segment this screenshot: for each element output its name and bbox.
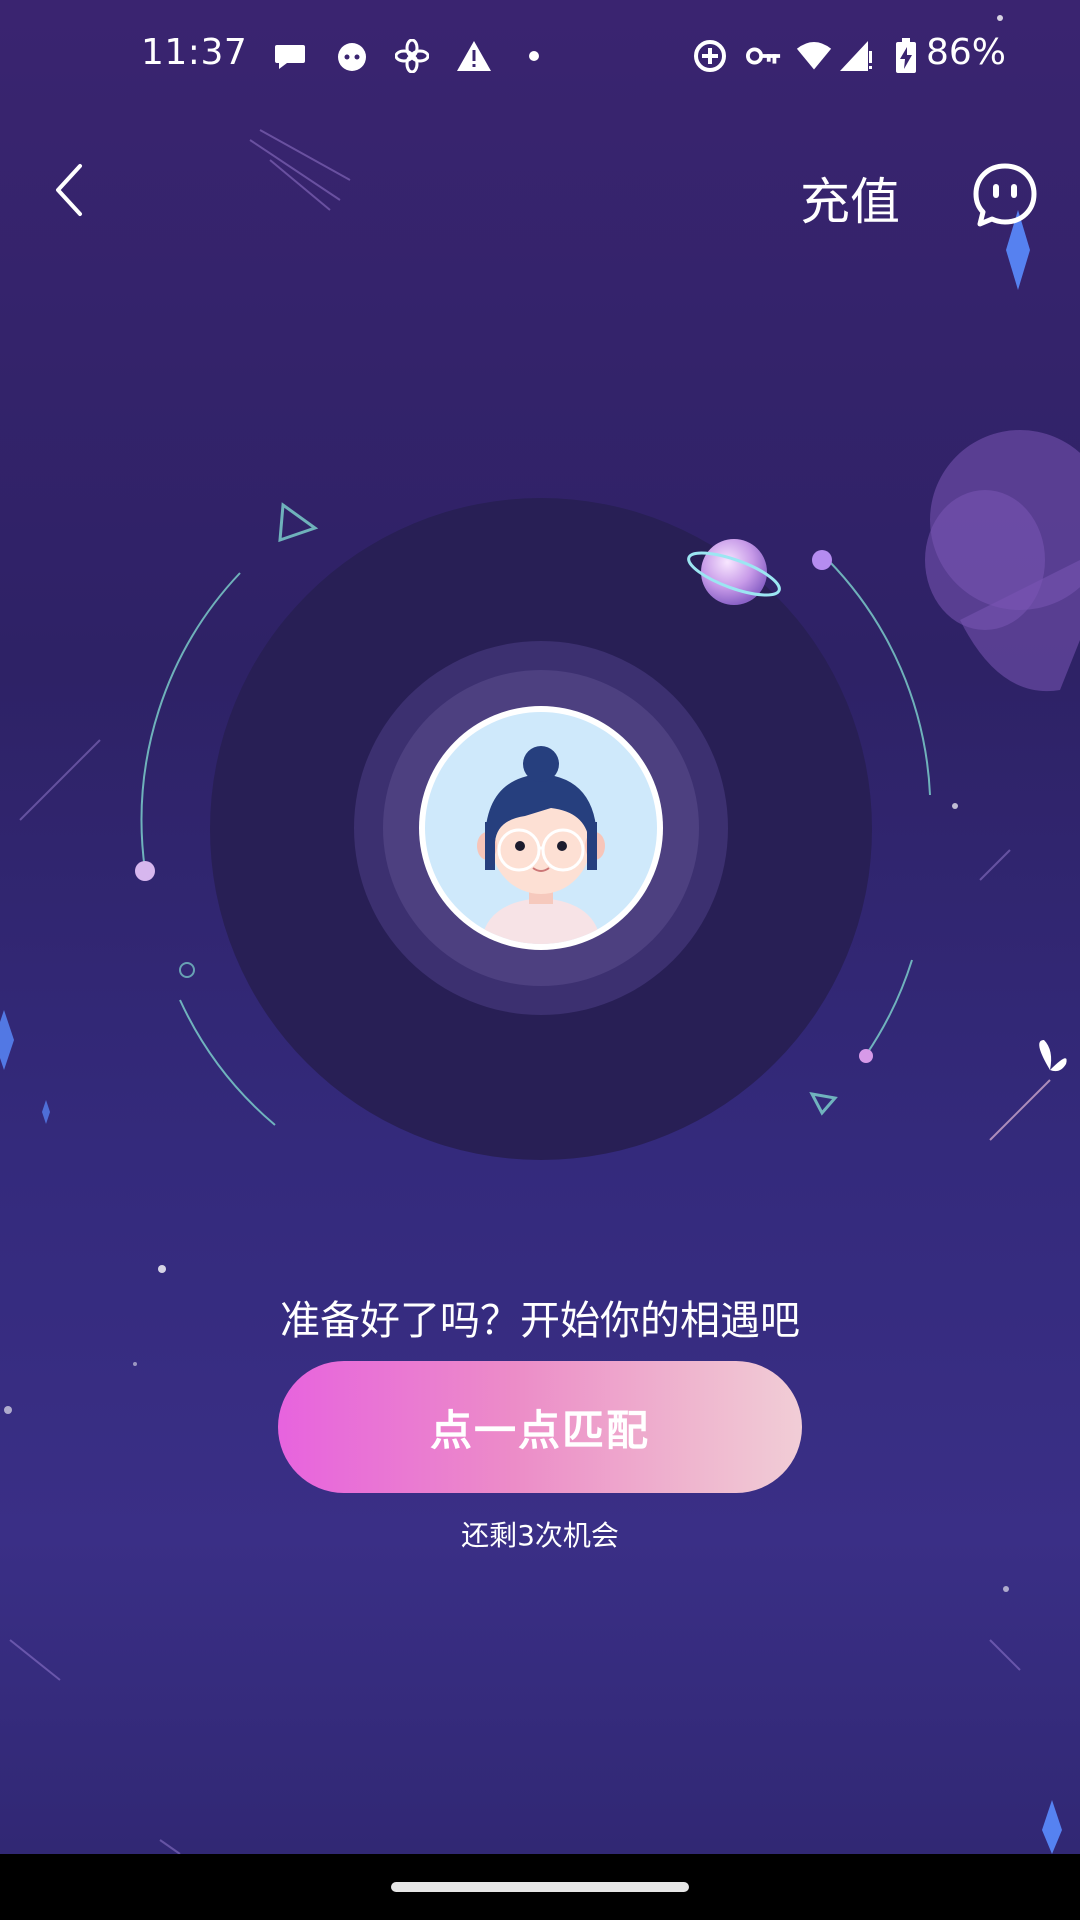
planet-icon (687, 539, 781, 605)
back-button[interactable] (40, 160, 100, 220)
vpn-key-icon (746, 38, 782, 74)
signal-icon (838, 38, 874, 74)
chat-button[interactable] (972, 162, 1038, 228)
back-chevron-icon (56, 164, 82, 216)
warning-icon (456, 38, 492, 74)
match-prompt: 准备好了吗？开始你的相遇吧 (280, 1298, 800, 1344)
status-bar: 11:37 86% (0, 0, 1080, 118)
chat-bubble-icon (272, 38, 308, 74)
avatar (419, 706, 663, 950)
remaining-chances: 还剩3次机会 (461, 1519, 619, 1552)
fan-icon (394, 38, 430, 74)
chat-face-icon (973, 163, 1037, 227)
battery-percentage: 86% (926, 32, 1007, 73)
cat-icon (334, 38, 370, 74)
data-saver-icon (692, 38, 728, 74)
recharge-button[interactable]: 充值 (800, 162, 900, 234)
home-indicator[interactable] (391, 1882, 689, 1892)
wifi-icon (796, 38, 832, 74)
dot-icon (516, 38, 552, 74)
status-time: 11:37 (141, 32, 248, 73)
app-header: 充值 (0, 140, 1080, 240)
match-button[interactable]: 点一点匹配 (278, 1361, 802, 1493)
girl-avatar-icon (477, 746, 605, 944)
match-orbit (0, 400, 1080, 1200)
match-screen: 11:37 86% 充值 准备好了吗？开始你的相遇吧 点一点匹配 还剩3次机会 (0, 0, 1080, 1920)
system-nav-bar (0, 1854, 1080, 1920)
battery-charging-icon (888, 38, 924, 74)
